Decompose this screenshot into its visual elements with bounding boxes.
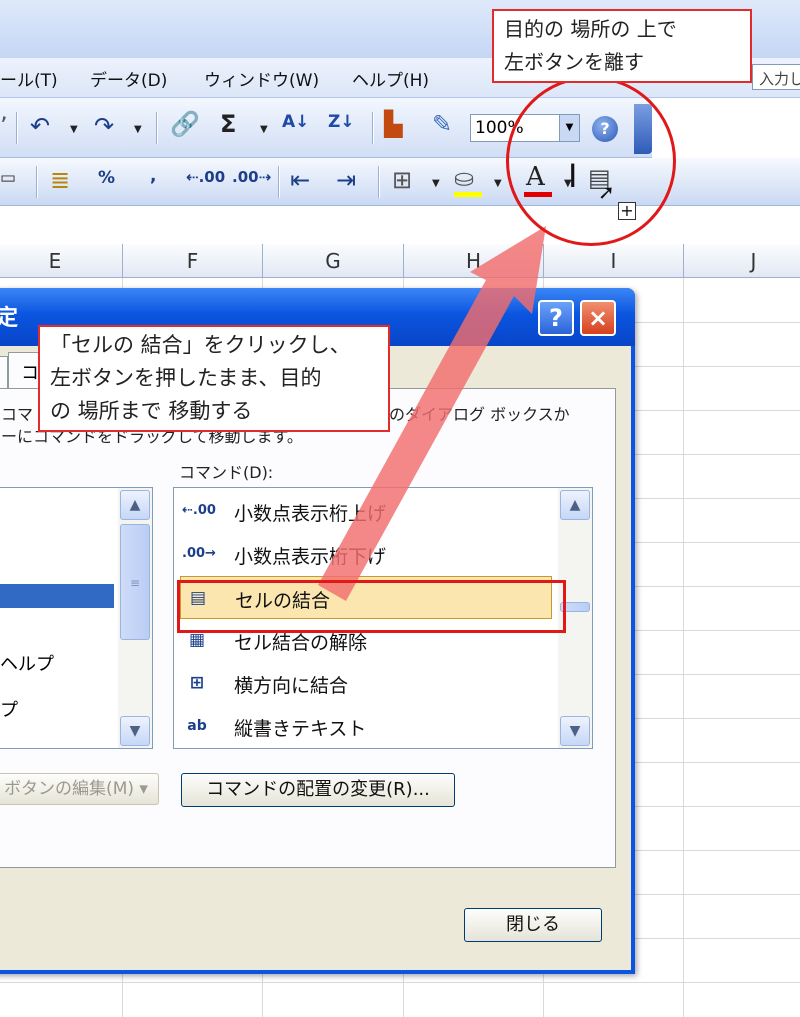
help-question-input[interactable]: 入力し — [752, 64, 800, 90]
undo-icon[interactable]: ↶ — [30, 114, 50, 138]
callout-line: 左ボタンを離す — [504, 50, 644, 74]
chevron-down-icon[interactable]: ▼ — [120, 716, 150, 746]
menu-tools[interactable]: ール(T) — [0, 66, 58, 91]
borders-dropdown-icon[interactable]: ▼ — [432, 178, 440, 189]
column-header-i[interactable]: I — [544, 244, 684, 278]
command-label: 縦書きテキスト — [234, 718, 367, 740]
menu-window[interactable]: ウィンドウ(W) — [204, 66, 319, 91]
tab-commands-label: コ — [21, 363, 39, 384]
menu-data[interactable]: データ(D) — [90, 66, 167, 91]
grid-line — [0, 982, 800, 983]
percent-style-icon[interactable]: % — [98, 170, 115, 187]
command-label: 小数点表示桁上げ — [234, 503, 387, 525]
categories-list[interactable]: ヘルプ プ ▲ ≡ ▼ — [0, 487, 153, 749]
categories-scrollbar[interactable]: ▲ ≡ ▼ — [118, 488, 152, 748]
fill-color-icon[interactable]: ⛀ — [454, 166, 474, 190]
chevron-down-icon[interactable]: ▼ — [560, 716, 590, 746]
selected-category-row[interactable] — [0, 584, 114, 608]
grid-line — [683, 278, 684, 1017]
scroll-thumb[interactable]: ≡ — [120, 524, 150, 640]
fill-color-dropdown-icon[interactable]: ▼ — [494, 178, 502, 189]
merge-center-icon[interactable]: ▭ — [0, 170, 16, 187]
tab-toolbars[interactable] — [0, 356, 8, 388]
increase-indent-icon[interactable]: ⇥ — [336, 168, 356, 192]
command-item[interactable]: ab 縦書きテキスト — [174, 705, 554, 748]
command-item[interactable]: ⊞ 横方向に結合 — [174, 662, 554, 705]
toolbar-edge-icon: ʼ — [0, 112, 8, 140]
description-line1: コマ — [1, 405, 34, 424]
formatting-toolbar: ▭ ≣ % , ⇠.00 .00⇢ ⇤ ⇥ ⊞ ▼ ⛀ ▼ A ▼ I ▤ ➚ … — [0, 158, 800, 220]
drop-target-circle — [506, 76, 676, 246]
drawing-icon[interactable]: ✎ — [432, 112, 452, 136]
hyperlink-icon[interactable]: 🔗 — [170, 112, 200, 136]
toolbar-separator — [278, 166, 280, 198]
vertical-text-icon: ab — [187, 718, 207, 734]
column-header-g[interactable]: G — [263, 244, 404, 278]
chart-wizard-icon[interactable]: ▙ — [384, 112, 402, 136]
description-line1-right: のダイアログ ボックスか — [389, 405, 570, 424]
sort-descending-icon[interactable]: Z↓ — [328, 114, 355, 131]
dialog-close-button[interactable]: × — [580, 300, 616, 336]
toolbar-separator — [16, 112, 18, 144]
dialog-body: コ コマ のダイアログ ボックスか ーにコマンドをドラッグして移動します。 コマ… — [0, 346, 631, 970]
redo-dropdown-icon[interactable]: ▼ — [134, 124, 142, 135]
chevron-up-icon[interactable]: ▲ — [560, 490, 590, 520]
currency-style-icon[interactable]: ≣ — [50, 168, 70, 192]
undo-dropdown-icon[interactable]: ▼ — [70, 124, 78, 135]
command-item[interactable]: ⇠.00 小数点表示桁上げ — [174, 490, 554, 533]
category-item[interactable]: ヘルプ — [0, 650, 54, 676]
toolbar-separator — [372, 112, 374, 144]
callout-line: 「セルの 結合」をクリックし、 — [50, 333, 351, 357]
drop-instruction-callout: 目的の 場所の 上で 左ボタンを離す — [492, 9, 752, 83]
merge-cells-highlight — [177, 580, 566, 633]
callout-line: 左ボタンを押したまま、目的 — [50, 366, 322, 390]
autosum-icon[interactable]: Σ — [220, 112, 236, 136]
chevron-up-icon[interactable]: ▲ — [120, 490, 150, 520]
redo-icon[interactable]: ↷ — [94, 114, 114, 138]
toolbar-separator — [36, 166, 38, 198]
increase-decimal-icon: ⇠.00 — [182, 503, 216, 518]
category-item[interactable]: プ — [0, 696, 18, 722]
drag-instruction-callout: 「セルの 結合」をクリックし、 左ボタンを押したまま、目的 の 場所まで 移動す… — [38, 325, 390, 432]
rearrange-commands-button[interactable]: コマンドの配置の変更(R)... — [181, 773, 455, 807]
modify-selection-button[interactable]: ボタンの編集(M) ▾ — [0, 773, 159, 805]
borders-icon[interactable]: ⊞ — [392, 168, 412, 192]
increase-decimal-icon[interactable]: ⇠.00 — [186, 170, 225, 185]
callout-line: 目的の 場所の 上で — [504, 17, 677, 41]
close-button[interactable]: 閉じる — [464, 908, 602, 942]
decrease-indent-icon[interactable]: ⇤ — [290, 168, 310, 192]
command-label: 小数点表示桁下げ — [234, 546, 387, 568]
column-header-e[interactable]: E — [0, 244, 123, 278]
command-item[interactable]: .00→ 小数点表示桁下げ — [174, 533, 554, 576]
merge-across-icon: ⊞ — [189, 673, 205, 693]
decrease-decimal-icon[interactable]: .00⇢ — [232, 170, 271, 185]
toolbar-separator — [156, 112, 158, 144]
commands-label: コマンド(D): — [179, 463, 274, 482]
decrease-decimal-icon: .00→ — [182, 546, 216, 561]
fill-color-swatch — [454, 192, 482, 197]
callout-line: の 場所まで 移動する — [50, 399, 253, 423]
sort-ascending-icon[interactable]: A↓ — [282, 114, 309, 131]
menu-help[interactable]: ヘルプ(H) — [352, 66, 429, 91]
autosum-dropdown-icon[interactable]: ▼ — [260, 124, 268, 135]
dialog-help-button[interactable]: ? — [538, 300, 574, 336]
column-header-j[interactable]: J — [684, 244, 800, 278]
column-header-h[interactable]: H — [404, 244, 544, 278]
dialog-title: 定 — [0, 306, 19, 331]
column-header-f[interactable]: F — [123, 244, 263, 278]
comma-style-icon[interactable]: , — [150, 168, 156, 185]
toolbar-separator — [378, 166, 380, 198]
command-label: 横方向に結合 — [234, 675, 349, 697]
